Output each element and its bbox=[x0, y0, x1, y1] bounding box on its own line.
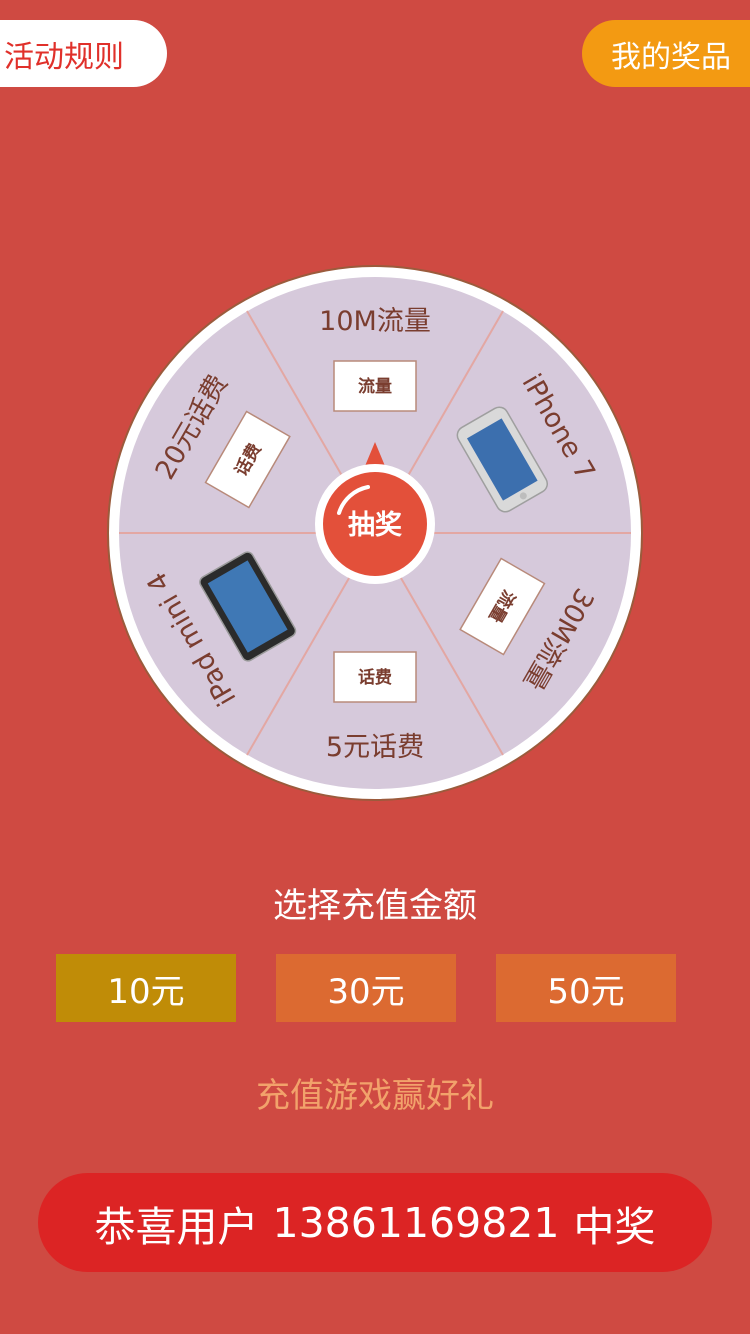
amount-option-30[interactable]: 30元 bbox=[276, 954, 456, 1022]
draw-label: 抽奖 bbox=[348, 509, 402, 541]
segment-label: 5元话费 bbox=[326, 732, 424, 763]
promo-slogan: 充值游戏赢好礼 bbox=[256, 1076, 494, 1116]
lottery-page: 活动规则 我的奖品 10M流量 流量 iPhone 7 30M流量 流量 5元话… bbox=[0, 0, 750, 1334]
svg-text:话费: 话费 bbox=[358, 667, 392, 688]
winner-prefix: 恭喜用户 bbox=[94, 1202, 259, 1251]
activity-rules-button[interactable]: 活动规则 bbox=[0, 20, 167, 87]
segment-label: 10M流量 bbox=[319, 306, 431, 337]
phone-credit-ticket-icon: 话费 bbox=[333, 651, 417, 703]
my-prizes-button[interactable]: 我的奖品 bbox=[582, 20, 750, 87]
prize-wheel-graphic: 10M流量 流量 iPhone 7 30M流量 流量 5元话费 话费 iPad … bbox=[107, 265, 643, 801]
prize-wheel: 10M流量 流量 iPhone 7 30M流量 流量 5元话费 话费 iPad … bbox=[106, 264, 644, 802]
svg-text:流量: 流量 bbox=[358, 376, 392, 397]
data-ticket-icon: 流量 bbox=[333, 360, 417, 412]
amount-option-10[interactable]: 10元 bbox=[56, 954, 236, 1022]
amount-option-50[interactable]: 50元 bbox=[496, 954, 676, 1022]
winner-phone: 13861169821 bbox=[272, 1198, 560, 1247]
winner-announcement: 恭喜用户 13861169821 中奖 bbox=[38, 1173, 712, 1272]
recharge-amount-title: 选择充值金额 bbox=[273, 886, 477, 926]
winner-suffix: 中奖 bbox=[573, 1202, 656, 1251]
recharge-amount-options: 10元 30元 50元 bbox=[56, 954, 676, 1022]
